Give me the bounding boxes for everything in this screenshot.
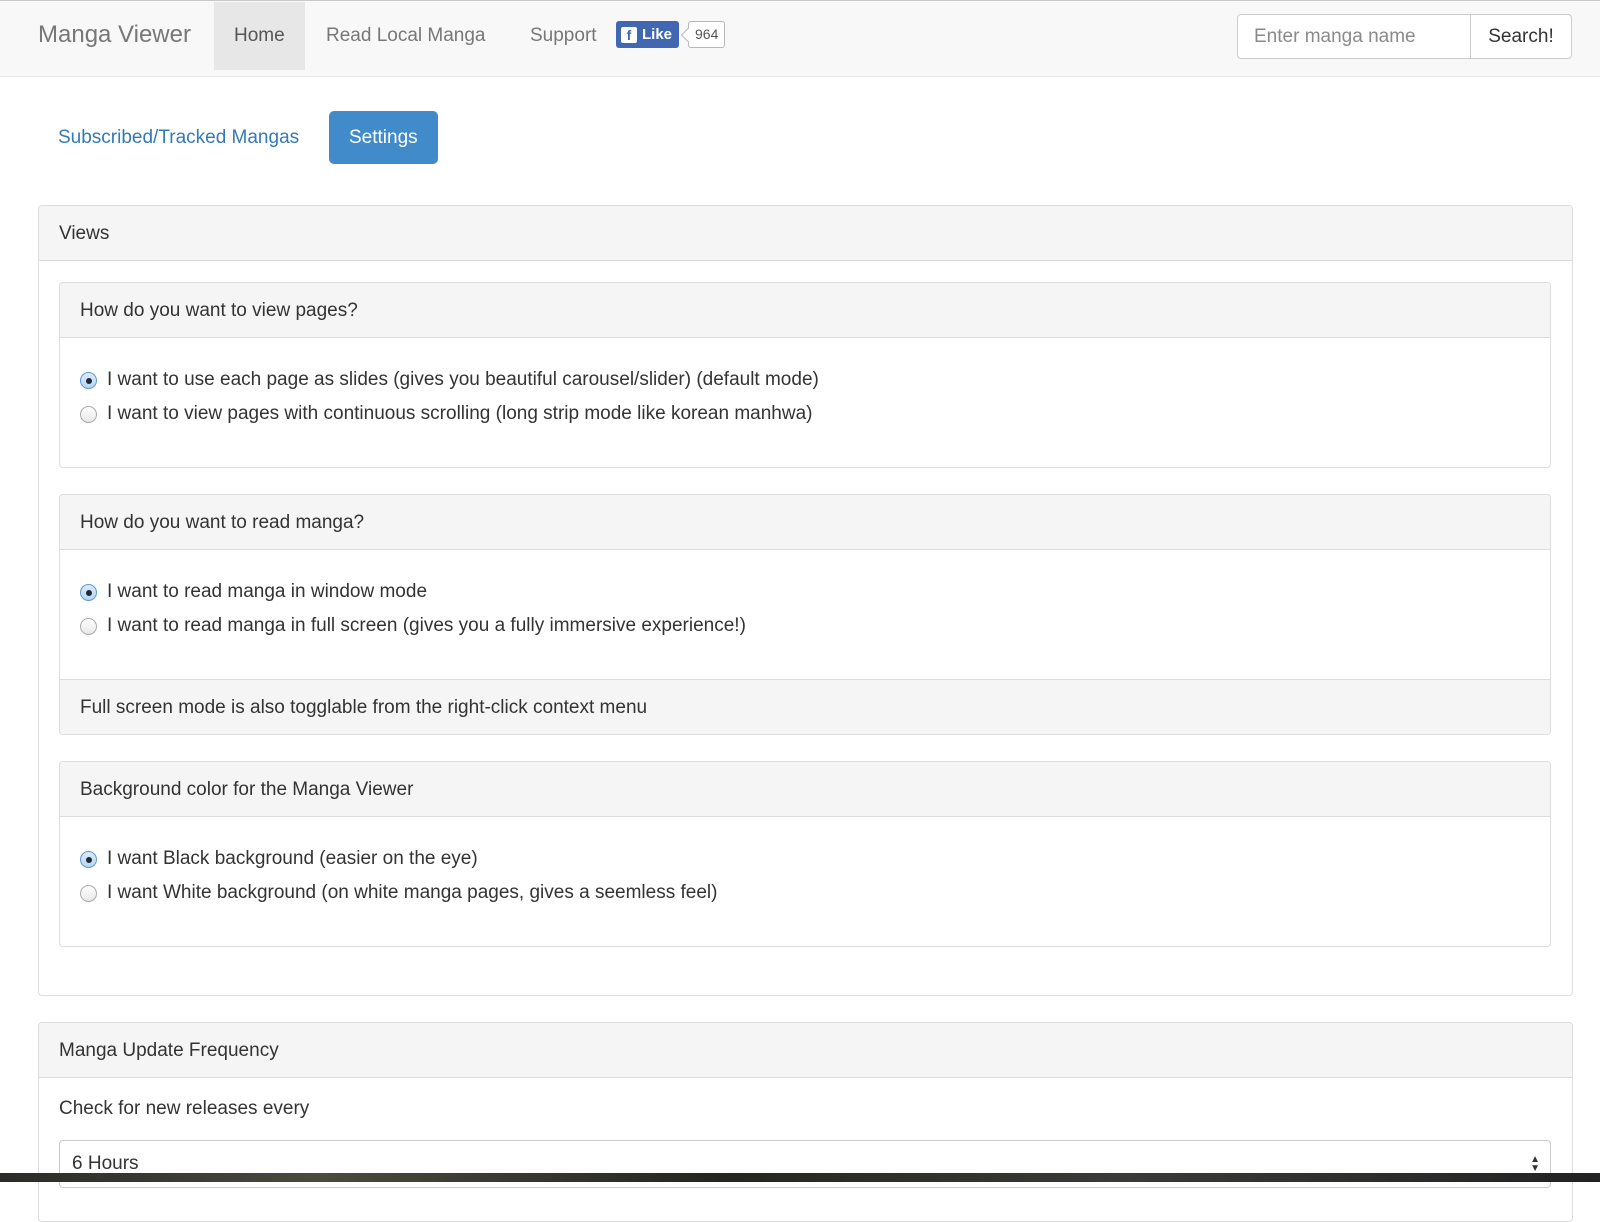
radio-button[interactable] [80,583,97,601]
background-white-option[interactable]: I want White background (on white manga … [80,876,1530,910]
radio-button[interactable] [80,850,97,868]
select-value: 6 Hours [72,1153,139,1174]
facebook-icon: f [621,26,637,43]
view-pages-heading: How do you want to view pages? [60,283,1550,338]
option-label: I want to read manga in window mode [107,581,428,602]
desktop-edge [0,1173,1600,1182]
background-color-heading: Background color for the Manga Viewer [60,762,1550,817]
nav-support[interactable]: Support [510,2,617,70]
radio-button[interactable] [80,884,97,902]
read-manga-heading: How do you want to read manga? [60,495,1550,550]
read-manga-panel: How do you want to read manga? I want to… [59,494,1551,735]
background-black-option[interactable]: I want Black background (easier on the e… [80,842,1530,876]
radio-button[interactable] [80,405,97,423]
update-frequency-heading: Manga Update Frequency [39,1023,1572,1078]
tab-subscribed-tracked[interactable]: Subscribed/Tracked Mangas [38,111,319,164]
option-label: I want to view pages with continuous scr… [107,403,813,424]
views-heading: Views [39,206,1572,261]
option-label: I want to read manga in full screen (giv… [107,615,746,636]
brand[interactable]: Manga Viewer [38,21,191,49]
navbar: Manga Viewer Home Read Local Manga Suppo… [0,0,1600,77]
read-mode-fullscreen-option[interactable]: I want to read manga in full screen (giv… [80,609,1530,643]
views-panel: Views How do you want to view pages? I w… [38,205,1573,996]
facebook-like-count: 964 [688,21,726,48]
facebook-like-label: Like [642,26,673,43]
view-mode-scrolling-option[interactable]: I want to view pages with continuous scr… [80,397,1530,431]
tab-settings[interactable]: Settings [329,111,438,164]
search-button[interactable]: Search! [1470,14,1572,59]
radio-button[interactable] [80,371,97,389]
update-frequency-panel: Manga Update Frequency Check for new rel… [38,1022,1573,1222]
update-frequency-label: Check for new releases every [59,1098,310,1119]
radio-button[interactable] [80,617,97,635]
background-color-panel: Background color for the Manga Viewer I … [59,761,1551,947]
option-label: I want to use each page as slides (gives… [107,369,819,390]
nav-home[interactable]: Home [214,2,305,70]
fullscreen-note: Full screen mode is also togglable from … [60,679,1550,734]
view-mode-slides-option[interactable]: I want to use each page as slides (gives… [80,363,1530,397]
option-label: I want Black background (easier on the e… [107,848,478,869]
nav-read-local-manga[interactable]: Read Local Manga [306,2,506,70]
read-mode-window-option[interactable]: I want to read manga in window mode [80,575,1530,609]
view-pages-panel: How do you want to view pages? I want to… [59,282,1551,468]
search-input[interactable] [1237,14,1471,59]
select-arrows-icon: ▲ ▼ [1530,1154,1540,1174]
facebook-like-button[interactable]: f Like [616,21,680,48]
option-label: I want White background (on white manga … [107,882,718,903]
